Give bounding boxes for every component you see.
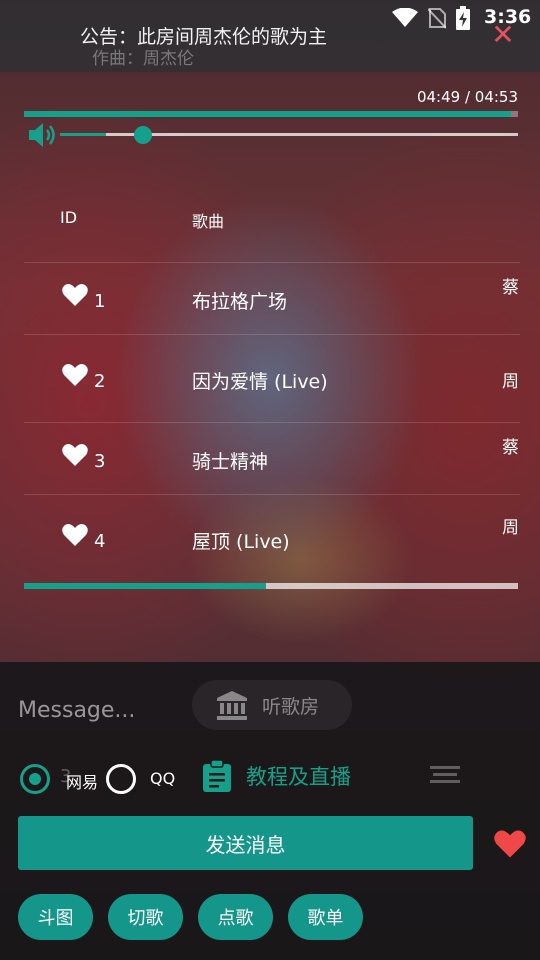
- source-qq-label: QQ: [150, 769, 176, 788]
- source-netease-radio[interactable]: [20, 764, 50, 794]
- row-id: 4: [94, 531, 106, 552]
- favorite-button[interactable]: [488, 822, 532, 866]
- battery-charging-icon: [456, 6, 470, 30]
- row-id: 2: [94, 371, 106, 392]
- source-qq-radio[interactable]: [106, 764, 136, 794]
- row-id: 1: [94, 291, 106, 312]
- heart-icon[interactable]: [62, 523, 88, 547]
- heart-icon[interactable]: [62, 363, 88, 387]
- table-row[interactable]: 1 布拉格广场 蔡: [24, 262, 520, 334]
- row-song: 因为爱情 (Live): [192, 371, 328, 393]
- source-netease-label: 网易: [66, 773, 99, 792]
- row-song: 屋顶 (Live): [192, 531, 290, 553]
- heart-icon[interactable]: [62, 443, 88, 467]
- column-header-song: 歌曲: [192, 212, 225, 231]
- message-input[interactable]: [18, 692, 318, 728]
- tutorial-label: 教程及直播: [246, 765, 351, 789]
- announcement-text: 公告：此房间周杰伦的歌为主: [80, 26, 328, 48]
- row-artist: 周: [502, 518, 519, 538]
- system-icons: [392, 6, 470, 30]
- skip-song-chip[interactable]: 切歌: [108, 894, 183, 940]
- playback-progress-fill: [24, 111, 512, 117]
- playlist-scroll-indicator[interactable]: [24, 583, 518, 589]
- volume-icon[interactable]: [27, 121, 57, 149]
- playback-progress-bar[interactable]: [24, 111, 518, 117]
- table-row[interactable]: 2 因为爱情 (Live) 周: [24, 334, 520, 422]
- playlist-scroll-fill: [24, 583, 267, 589]
- request-song-chip[interactable]: 点歌: [198, 894, 273, 940]
- wifi-icon: [392, 8, 418, 27]
- row-artist: 周: [502, 372, 519, 392]
- clipboard-icon: [203, 760, 231, 792]
- menu-icon[interactable]: [430, 766, 460, 786]
- volume-slider-fill: [60, 133, 106, 136]
- send-message-button[interactable]: 发送消息: [18, 816, 473, 870]
- playlist-chip[interactable]: 歌单: [288, 894, 363, 940]
- table-row[interactable]: 3 骑士精神 蔡: [24, 422, 520, 494]
- tutorial-button[interactable]: 教程及直播: [202, 760, 351, 792]
- row-song: 骑士精神: [192, 451, 269, 473]
- row-id: 3: [94, 451, 106, 472]
- sticker-chip[interactable]: 斗图: [18, 894, 93, 940]
- table-row[interactable]: 4 屋顶 (Live) 周: [24, 494, 520, 574]
- close-icon[interactable]: ✕: [490, 21, 516, 49]
- playback-time: 04:49 / 04:53: [416, 88, 518, 106]
- volume-slider-thumb[interactable]: [134, 126, 152, 144]
- row-song: 布拉格广场: [192, 291, 288, 313]
- heart-icon[interactable]: [62, 283, 88, 307]
- volume-slider-track[interactable]: [60, 133, 518, 136]
- heart-icon: [494, 830, 526, 858]
- column-header-id: ID: [60, 208, 78, 227]
- row-artist: 蔡: [502, 438, 519, 458]
- row-artist: 蔡: [502, 278, 519, 298]
- no-sim-icon: [428, 8, 446, 29]
